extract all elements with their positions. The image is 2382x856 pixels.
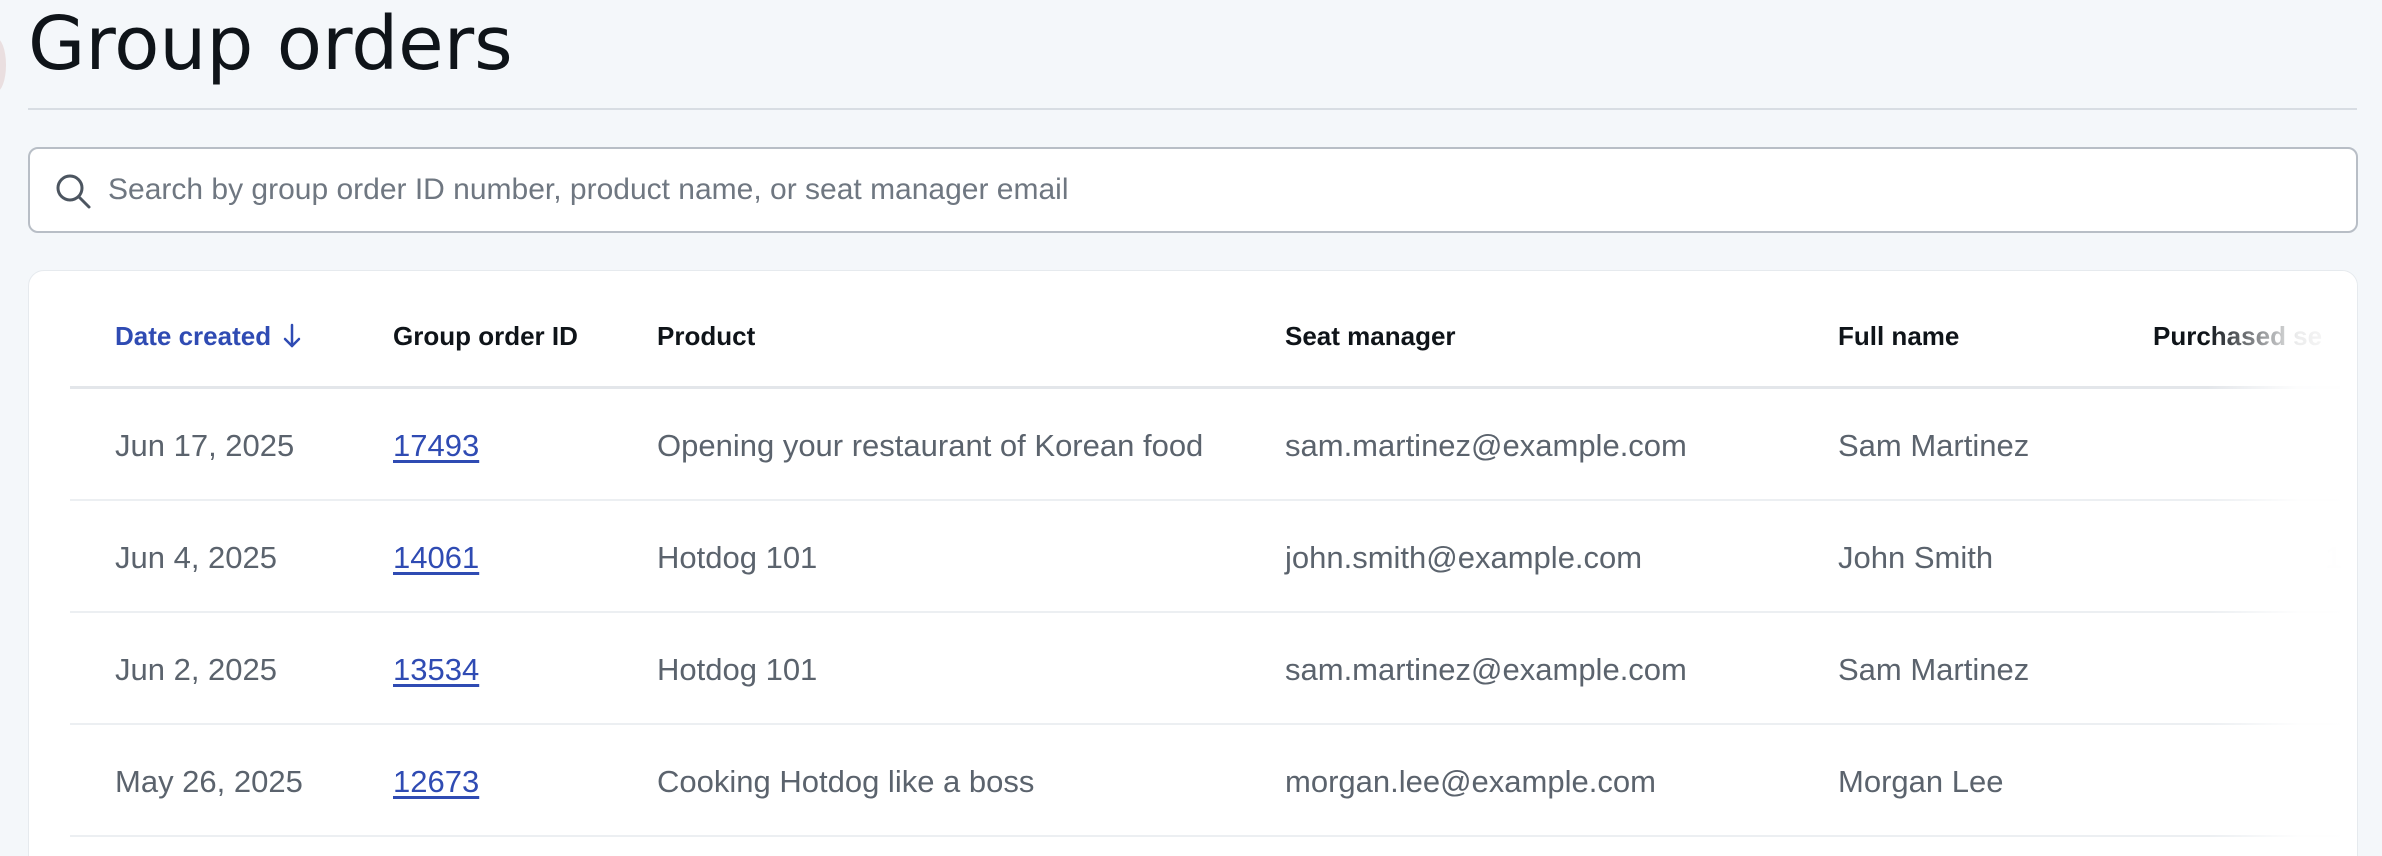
table-row: May 26, 2025 12673 Cooking Hotdog like a… bbox=[70, 725, 2340, 837]
seat-manager-cell: morgan.lee@example.com bbox=[1285, 764, 1656, 799]
column-header-date-created[interactable]: Date created bbox=[115, 321, 303, 351]
group-order-id-link[interactable]: 14061 bbox=[393, 540, 479, 576]
group-order-id-link[interactable]: 12673 bbox=[393, 764, 479, 800]
table-row: Jun 4, 2025 14061 Hotdog 101 john.smith@… bbox=[70, 501, 2343, 613]
product-cell: Hotdog 101 bbox=[657, 540, 818, 575]
column-header-product[interactable]: Product bbox=[657, 321, 755, 351]
seat-manager-cell: sam.martinez@example.com bbox=[1285, 428, 1687, 463]
date-created-cell: Jun 17, 2025 bbox=[115, 428, 295, 463]
full-name-cell: John Smith bbox=[1838, 540, 1994, 575]
left-edge-avatar-partial bbox=[0, 38, 6, 92]
search-input[interactable] bbox=[108, 149, 2338, 231]
column-header-purchased-seats[interactable]: Purchased se bbox=[2153, 321, 2322, 351]
purchased-seats-cell: 1 bbox=[2325, 540, 2343, 575]
product-cell: Opening your restaurant of Korean food bbox=[657, 428, 1204, 463]
full-name-cell: Sam Martinez bbox=[1838, 428, 2030, 463]
product-cell: Cooking Hotdog like a boss bbox=[657, 764, 1035, 799]
group-order-id-link[interactable]: 13534 bbox=[393, 652, 479, 688]
group-orders-table-card: Date created Group order ID Product Seat… bbox=[28, 270, 2358, 856]
date-created-cell: May 26, 2025 bbox=[115, 764, 303, 799]
column-header-seat-manager[interactable]: Seat manager bbox=[1285, 321, 1456, 351]
seat-manager-cell: sam.martinez@example.com bbox=[1285, 652, 1687, 687]
full-name-cell: Sam Martinez bbox=[1838, 652, 2030, 687]
table-row: Jun 2, 2025 13534 Hotdog 101 sam.martine… bbox=[70, 613, 2340, 725]
full-name-cell: Morgan Lee bbox=[1838, 764, 2004, 799]
group-order-id-link[interactable]: 17493 bbox=[393, 428, 479, 464]
date-created-cell: Jun 2, 2025 bbox=[115, 652, 278, 687]
seat-manager-cell: john.smith@example.com bbox=[1285, 540, 1643, 575]
column-header-full-name[interactable]: Full name bbox=[1838, 321, 1959, 351]
arrow-down-icon bbox=[283, 323, 301, 348]
page-title: Group orders bbox=[28, 1, 513, 87]
date-created-cell: Jun 4, 2025 bbox=[115, 540, 278, 575]
group-orders-table: Date created Group order ID Product Seat… bbox=[70, 271, 2343, 837]
search-box[interactable] bbox=[28, 147, 2358, 233]
table-header-row: Date created Group order ID Product Seat… bbox=[70, 271, 2340, 389]
group-orders-page: Group orders Date created Group order ID… bbox=[0, 0, 2382, 856]
column-header-label: Date created bbox=[115, 321, 272, 351]
title-divider bbox=[28, 108, 2357, 110]
search-icon bbox=[56, 174, 91, 209]
column-header-group-order-id[interactable]: Group order ID bbox=[393, 321, 578, 351]
table-row: Jun 17, 2025 17493 Opening your restaura… bbox=[70, 389, 2340, 501]
product-cell: Hotdog 101 bbox=[657, 652, 818, 687]
